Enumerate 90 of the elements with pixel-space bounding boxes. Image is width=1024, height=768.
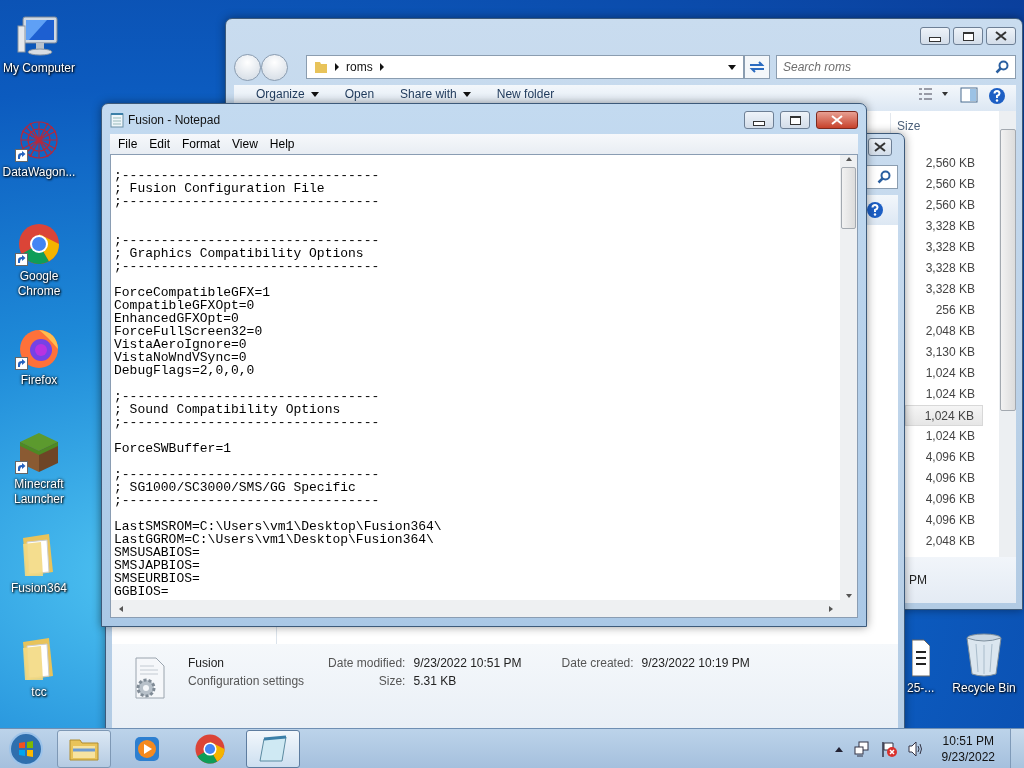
- menu-item[interactable]: Format: [176, 137, 227, 151]
- desktop-icon-label[interactable]: DataWagon...: [0, 165, 78, 180]
- refresh-button[interactable]: [744, 55, 770, 79]
- folder-icon: [314, 60, 328, 74]
- file-type: Configuration settings: [188, 674, 305, 688]
- maximize-button[interactable]: [953, 27, 983, 45]
- scrollbar-thumb[interactable]: [999, 129, 1016, 411]
- file-row[interactable]: 2,560 KB: [905, 174, 983, 195]
- notepad-icon: [258, 734, 288, 763]
- file-row[interactable]: 3,130 KB: [905, 342, 983, 363]
- property-label: Size:: [377, 674, 406, 688]
- minimize-button[interactable]: [920, 27, 950, 45]
- horizontal-scrollbar[interactable]: [111, 600, 857, 617]
- menu-item[interactable]: File: [112, 137, 144, 151]
- window-title: Fusion - Notepad: [128, 113, 221, 127]
- vertical-scrollbar[interactable]: [999, 111, 1016, 557]
- file-row[interactable]: 2,048 KB: [905, 531, 983, 552]
- close-button[interactable]: [986, 27, 1016, 45]
- menu-item[interactable]: Edit: [143, 137, 177, 151]
- close-button[interactable]: [816, 111, 858, 129]
- close-icon: [995, 31, 1007, 41]
- file-row[interactable]: 2,560 KB: [905, 195, 983, 216]
- view-options-icon[interactable]: [918, 87, 950, 101]
- scroll-arrow-icon[interactable]: [844, 155, 853, 163]
- minimize-button[interactable]: [744, 111, 774, 129]
- property-value: 9/23/2022 10:19 PM: [641, 656, 750, 670]
- breadcrumb[interactable]: roms: [346, 60, 373, 74]
- file-row[interactable]: 3,328 KB: [905, 258, 983, 279]
- file-row[interactable]: 4,096 KB: [905, 447, 983, 468]
- chrome-logo-icon[interactable]: [17, 222, 61, 266]
- document-icon[interactable]: [911, 638, 930, 678]
- search-icon: [995, 60, 1009, 74]
- file-name: Fusion: [188, 656, 226, 670]
- settings-file-icon: [132, 656, 168, 700]
- file-row[interactable]: 4,096 KB: [905, 489, 983, 510]
- column-header[interactable]: Size: [891, 119, 921, 133]
- property-label: Date created:: [561, 656, 634, 670]
- file-row[interactable]: 256 KB: [905, 300, 983, 321]
- scroll-arrow-icon[interactable]: [117, 604, 125, 613]
- computer-icon[interactable]: [17, 14, 61, 58]
- file-row[interactable]: 1,024 KB: [905, 363, 983, 384]
- vertical-scrollbar[interactable]: [840, 155, 857, 600]
- file-row[interactable]: 3,328 KB: [905, 279, 983, 300]
- help-icon[interactable]: [866, 201, 884, 219]
- file-row[interactable]: 3,328 KB: [905, 237, 983, 258]
- file-row[interactable]: 1,024 KB: [905, 384, 983, 405]
- close-icon: [831, 115, 843, 125]
- desktop-icon-label[interactable]: My Computer: [0, 61, 78, 76]
- desktop-icon-label[interactable]: 25-...: [907, 681, 935, 696]
- toolbar-button[interactable]: Organize: [248, 87, 327, 101]
- toolbar-button[interactable]: Open: [336, 87, 383, 101]
- menu-item[interactable]: Help: [263, 137, 301, 151]
- address-bar[interactable]: roms: [306, 55, 744, 79]
- file-row[interactable]: 3,328 KB: [905, 216, 983, 237]
- speaker-icon[interactable]: [907, 740, 924, 757]
- menu-item[interactable]: View: [226, 137, 264, 151]
- network-globe-icon[interactable]: [17, 118, 61, 162]
- file-row[interactable]: 2,048 KB: [905, 321, 983, 342]
- desktop-icon-label[interactable]: Google Chrome: [0, 269, 78, 299]
- file-row[interactable]: 4,096 KB: [905, 510, 983, 531]
- refresh-icon: [748, 60, 766, 74]
- chrome-logo-icon: [194, 732, 226, 765]
- close-icon: [874, 142, 886, 152]
- close-button[interactable]: [868, 138, 892, 156]
- maximize-button[interactable]: [780, 111, 810, 129]
- notepad-icon: [110, 112, 124, 128]
- file-row[interactable]: 2,560 KB: [905, 153, 983, 174]
- toolbar-button[interactable]: Share with: [392, 87, 479, 101]
- search-icon: [877, 170, 891, 184]
- file-row[interactable]: 4,096 KB: [905, 468, 983, 489]
- media-player-icon: [133, 734, 161, 763]
- property-value: 9/23/2022 10:51 PM: [413, 656, 522, 670]
- flag-with-error-icon[interactable]: [879, 739, 898, 758]
- toolbar-button[interactable]: New folder: [488, 87, 563, 101]
- file-row[interactable]: 1,024 KB: [905, 426, 983, 447]
- help-icon[interactable]: [988, 87, 1006, 105]
- search-field[interactable]: Search roms: [776, 55, 1016, 79]
- property-label: Date modified:: [328, 656, 406, 670]
- selected-file-row[interactable]: 1,024 KB: [905, 405, 983, 426]
- recycle-bin-icon[interactable]: [964, 632, 1005, 678]
- desktop-icon-label[interactable]: Recycle Bin: [952, 681, 1016, 696]
- grass-block-icon[interactable]: [17, 430, 61, 474]
- taskbar-button[interactable]: [246, 729, 300, 768]
- details-text: PM: [909, 573, 927, 587]
- search-field[interactable]: [866, 165, 898, 189]
- clock-date[interactable]: 9/23/2022: [941, 748, 995, 765]
- scrollbar-thumb[interactable]: [841, 167, 856, 229]
- network-icon[interactable]: [853, 740, 870, 757]
- clock-time[interactable]: 10:51 PM: [942, 732, 994, 749]
- property-value: 5.31 KB: [413, 674, 458, 688]
